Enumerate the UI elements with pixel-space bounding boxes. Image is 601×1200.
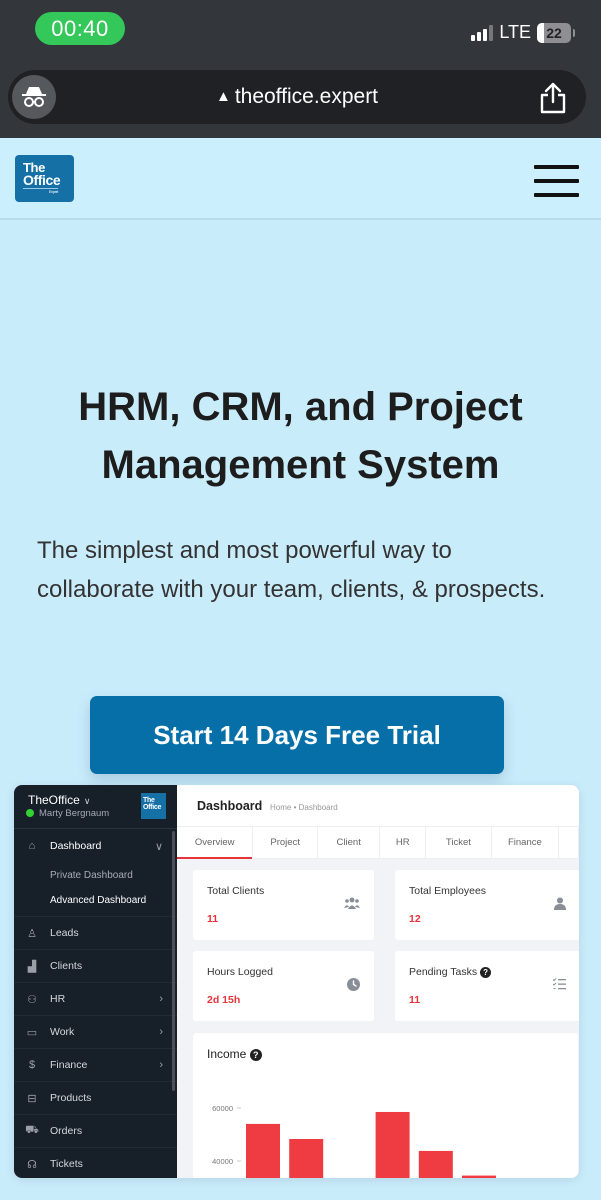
sidebar-item-clients[interactable]: ▟ Clients — [14, 950, 177, 983]
dashboard-tabs: Overview Project Client HR Ticket Finance — [177, 827, 579, 859]
sidebar-item-hr[interactable]: ⚇ HR › — [14, 983, 177, 1016]
stat-card-pending-tasks[interactable]: Pending Tasks ? 11 — [395, 951, 579, 1021]
building-icon: ▟ — [27, 960, 37, 973]
battery-icon: 22 — [537, 22, 575, 43]
stat-card-total-employees[interactable]: Total Employees 12 — [395, 870, 579, 940]
sidebar-item-advanced-dashboard[interactable]: Advanced Dashboard — [14, 888, 177, 913]
site-header: The Office Expert — [0, 138, 601, 220]
income-chart: 40000 60000 — [212, 1104, 496, 1178]
income-bar[interactable] — [289, 1139, 324, 1178]
employee-icon — [554, 897, 566, 913]
signal-icon — [471, 24, 494, 41]
sidebar-scrollbar[interactable] — [172, 831, 175, 1091]
sidebar-item-leads[interactable]: ♙ Leads — [14, 917, 177, 950]
y-tick-label: 60000 — [212, 1104, 233, 1113]
tasks-icon — [552, 978, 566, 993]
tab-overview[interactable]: Overview — [177, 827, 254, 859]
breadcrumb[interactable]: Home • Dashboard — [270, 803, 338, 812]
tab-ticket[interactable]: Ticket — [426, 827, 492, 858]
tab-finance[interactable]: Finance — [492, 827, 560, 858]
income-chart-card: Income ? 40000 60000 — [193, 1033, 578, 1178]
hamburger-icon[interactable] — [534, 165, 579, 197]
chevron-right-icon: › — [159, 1026, 163, 1038]
tab-client[interactable]: Client — [318, 827, 381, 858]
clients-icon — [344, 897, 360, 912]
dashboard-submenu: Private Dashboard Advanced Dashboard — [14, 863, 177, 917]
site-logo[interactable]: The Office Expert — [15, 155, 74, 202]
address-bar[interactable]: ▲ theoffice.expert — [8, 70, 586, 124]
briefcase-icon: ▭ — [26, 1026, 38, 1039]
battery-level: 22 — [546, 24, 562, 41]
people-icon: ⚇ — [27, 993, 37, 1006]
start-trial-button[interactable]: Start 14 Days Free Trial — [90, 696, 504, 774]
current-user: Marty Bergnaum — [26, 808, 109, 819]
chevron-right-icon: › — [159, 993, 163, 1005]
status-time: 00:40 — [35, 12, 125, 45]
hero-title: HRM, CRM, and Project Management System — [78, 385, 523, 487]
sidebar: TheOffice ∨ Marty Bergnaum The Office ⌂ Da… — [14, 785, 177, 1178]
help-icon[interactable]: ? — [480, 967, 492, 978]
url-text[interactable]: ▲ theoffice.expert — [8, 70, 586, 124]
share-icon[interactable] — [538, 82, 568, 114]
chevron-down-icon: ∨ — [83, 796, 91, 806]
income-bar[interactable] — [418, 1150, 453, 1178]
sidebar-item-finance[interactable]: $ Finance › — [14, 1049, 177, 1082]
dashboard-preview: TheOffice ∨ Marty Bergnaum The Office ⌂ Da… — [14, 785, 579, 1178]
clock-icon — [347, 978, 360, 994]
tab-project[interactable]: Project — [253, 827, 318, 858]
home-icon: ⌂ — [28, 840, 36, 852]
user-icon: ♙ — [27, 927, 37, 940]
sidebar-item-products[interactable]: ⊟ Products — [14, 1082, 177, 1115]
page-title: Dashboard — [197, 799, 263, 813]
sidebar-item-work[interactable]: ▭ Work › — [14, 1016, 177, 1049]
warning-icon: ▲ — [215, 88, 231, 105]
hero-subtitle: The simplest and most powerful way to co… — [37, 537, 546, 603]
tab-overflow[interactable] — [559, 827, 579, 858]
income-bar[interactable] — [246, 1123, 280, 1178]
status-indicators: LTE 22 — [471, 22, 575, 43]
sidebar-logo: The Office — [141, 793, 166, 819]
tab-hr[interactable]: HR — [380, 827, 427, 858]
workspace-switcher[interactable]: TheOffice ∨ — [28, 793, 90, 807]
chevron-down-icon: ∨ — [154, 840, 163, 853]
sidebar-item-private-dashboard[interactable]: Private Dashboard — [14, 863, 177, 888]
sidebar-header: TheOffice ∨ Marty Bergnaum The Office — [14, 785, 177, 829]
y-tick-label: 40000 — [212, 1157, 233, 1166]
stat-card-total-clients[interactable]: Total Clients 11 — [193, 870, 374, 940]
stat-card-hours-logged[interactable]: Hours Logged 2d 15h — [193, 951, 374, 1021]
headset-icon: ☊ — [27, 1158, 37, 1171]
online-status-icon — [26, 809, 34, 817]
chevron-right-icon: › — [159, 1059, 163, 1071]
main-content: Dashboard Home • Dashboard Overview Proje… — [177, 785, 579, 1178]
income-bar[interactable] — [462, 1175, 496, 1178]
income-bar[interactable] — [375, 1111, 410, 1178]
cart-icon: ⛟ — [25, 1124, 39, 1136]
sidebar-item-tickets[interactable]: ☊ Tickets — [14, 1148, 177, 1178]
sidebar-item-dashboard[interactable]: ⌂ Dashboard ∨ — [14, 829, 177, 863]
browser-chrome: 00:40 LTE 22 ▲ theoffice.expert — [0, 0, 601, 138]
network-type: LTE — [499, 22, 531, 42]
basket-icon: ⊟ — [27, 1092, 37, 1105]
sidebar-item-orders[interactable]: ⛟ Orders — [14, 1115, 177, 1148]
page-header: Dashboard Home • Dashboard — [177, 785, 579, 827]
dollar-icon: $ — [28, 1059, 36, 1071]
